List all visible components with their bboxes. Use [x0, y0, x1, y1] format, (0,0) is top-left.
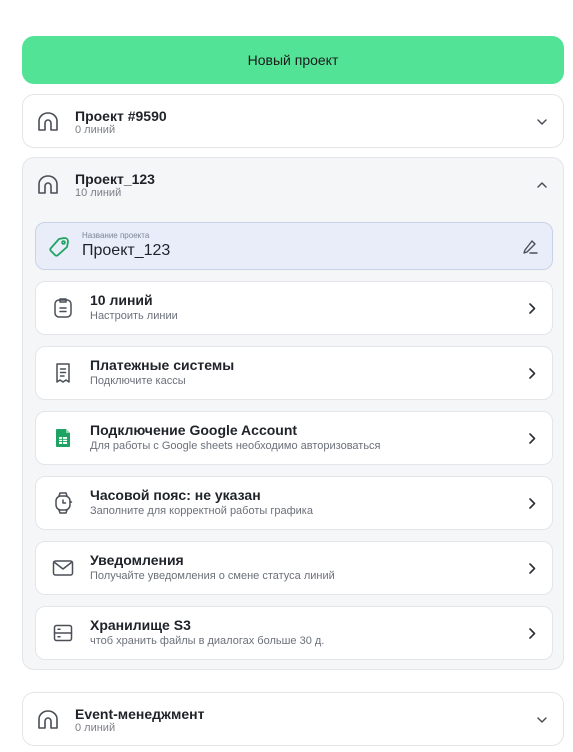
project-arch-icon [35, 707, 61, 733]
project-card-event: Event-менеджмент 0 линий [22, 692, 564, 746]
setting-subtitle: чтоб хранить файлы в диалогах больше 30 … [90, 635, 325, 647]
project-title: Проект_123 [75, 171, 155, 187]
pencil-icon[interactable] [520, 236, 540, 256]
chevron-right-icon [526, 496, 538, 510]
chevron-right-icon [526, 366, 538, 380]
projects-page: Новый проект Проект #9590 0 линий Проект… [0, 0, 573, 752]
project-header-123[interactable]: Проект_123 10 линий [23, 158, 563, 212]
clipboard-icon [52, 297, 74, 319]
chevron-down-icon[interactable] [535, 713, 549, 727]
receipt-icon [52, 362, 74, 384]
setting-title: 10 линий [90, 292, 153, 308]
project-lines-count: 0 линий [75, 722, 116, 734]
setting-row-notifications[interactable]: Уведомления Получайте уведомления о смен… [35, 541, 553, 595]
project-card-123: Проект_123 10 линий Название проекта Про… [22, 157, 564, 670]
chevron-down-icon[interactable] [535, 115, 549, 129]
project-name-input[interactable] [82, 241, 442, 261]
new-project-button[interactable]: Новый проект [22, 36, 564, 84]
project-name-label: Название проекта [82, 231, 150, 240]
project-title: Проект #9590 [75, 108, 167, 124]
storage-icon [52, 622, 74, 644]
tag-icon [48, 234, 72, 258]
watch-icon [52, 492, 74, 514]
chevron-right-icon [526, 301, 538, 315]
setting-subtitle: Для работы с Google sheets необходимо ав… [90, 440, 381, 452]
setting-subtitle: Настроить линии [90, 310, 178, 322]
project-header-9590[interactable]: Проект #9590 0 линий [23, 95, 563, 149]
project-lines-count: 0 линий [75, 124, 116, 136]
project-card-9590: Проект #9590 0 линий [22, 94, 564, 148]
project-arch-icon [35, 172, 61, 198]
setting-row-timezone[interactable]: Часовой пояс: не указан Заполните для ко… [35, 476, 553, 530]
project-title: Event-менеджмент [75, 706, 205, 722]
chevron-right-icon [526, 561, 538, 575]
google-sheets-icon [52, 427, 74, 449]
setting-title: Хранилище S3 [90, 617, 191, 633]
setting-subtitle: Получайте уведомления о смене статуса ли… [90, 570, 335, 582]
setting-row-lines[interactable]: 10 линий Настроить линии [35, 281, 553, 335]
project-lines-count: 10 линий [75, 187, 122, 199]
setting-title: Платежные системы [90, 357, 235, 373]
setting-subtitle: Подключите кассы [90, 375, 186, 387]
envelope-icon [52, 557, 74, 579]
project-arch-icon [35, 109, 61, 135]
chevron-right-icon [526, 431, 538, 445]
setting-title: Уведомления [90, 552, 184, 568]
setting-row-storage[interactable]: Хранилище S3 чтоб хранить файлы в диалог… [35, 606, 553, 660]
setting-title: Подключение Google Account [90, 422, 298, 438]
project-name-field[interactable]: Название проекта [35, 222, 553, 270]
setting-row-google[interactable]: Подключение Google Account Для работы с … [35, 411, 553, 465]
setting-row-payments[interactable]: Платежные системы Подключите кассы [35, 346, 553, 400]
chevron-up-icon[interactable] [535, 178, 549, 192]
setting-title: Часовой пояс: не указан [90, 487, 261, 503]
new-project-label: Новый проект [247, 52, 339, 68]
chevron-right-icon [526, 626, 538, 640]
setting-subtitle: Заполните для корректной работы графика [90, 505, 313, 517]
project-header-event[interactable]: Event-менеджмент 0 линий [23, 693, 563, 747]
